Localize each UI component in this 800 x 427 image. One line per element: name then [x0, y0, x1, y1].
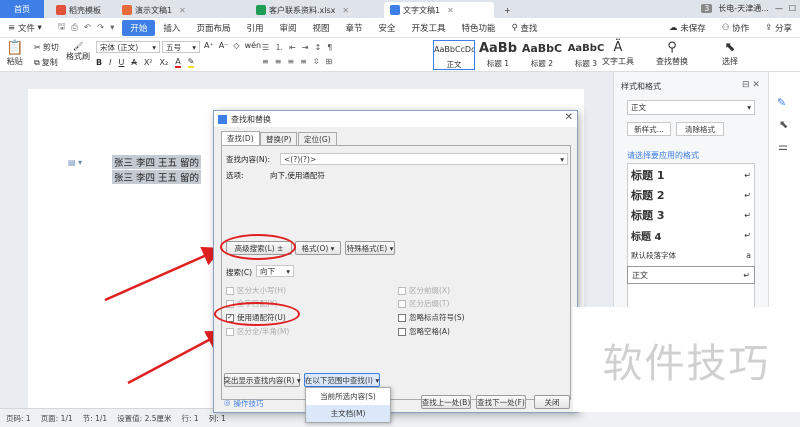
annotation-ellipse — [220, 234, 296, 260]
find-in-dropdown: 当前所选内容(S) 主文档(M) — [305, 387, 391, 423]
annotation-arrow — [104, 246, 223, 302]
checkbox-box — [398, 286, 406, 295]
annotation-ellipse — [214, 302, 300, 326]
checkbox-box — [398, 299, 406, 308]
highlight-results-button[interactable]: 突出显示查找内容(R) ▾ — [223, 373, 301, 387]
find-previous-button[interactable]: 查找上一处(B) — [421, 395, 471, 409]
chevron-down-icon: ▾ — [560, 154, 564, 164]
dropdown-item-main-document[interactable]: 主文档(M) — [306, 405, 390, 422]
match-width-checkbox[interactable]: 区分全/半角(M) — [226, 326, 289, 337]
ignore-punctuation-checkbox[interactable]: 忽略标点符号(S) — [398, 312, 465, 323]
find-label: 查找内容(N): — [226, 155, 270, 164]
find-in-button[interactable]: 在以下范围中查找(I) ▾ — [304, 373, 380, 387]
checkbox-box — [398, 327, 406, 336]
search-direction-select[interactable]: 向下 ▾ — [256, 265, 294, 277]
checkbox-box — [398, 313, 406, 322]
match-prefix-checkbox[interactable]: 区分前缀(X) — [398, 285, 450, 296]
chevron-down-icon: ▾ — [286, 266, 290, 276]
tab-replace[interactable]: 替换(P) — [260, 132, 298, 145]
find-input[interactable]: <(?)(?)> ▾ — [280, 153, 568, 165]
annotation-arrow — [127, 330, 227, 385]
checkbox-box — [226, 286, 234, 295]
ignore-space-checkbox[interactable]: 忽略空格(A) — [398, 326, 450, 337]
watermark: 软件技巧 — [573, 307, 800, 412]
match-case-checkbox[interactable]: 区分大小写(H) — [226, 285, 286, 296]
options-value: 向下,使用通配符 — [270, 171, 325, 180]
tips-link[interactable]: ◎ 操作技巧 — [224, 398, 264, 409]
dropdown-item-current-selection[interactable]: 当前所选内容(S) — [306, 388, 390, 405]
tab-goto[interactable]: 定位(G) — [298, 132, 337, 145]
dialog-title-bar: 查找和替换 ✕ — [214, 111, 577, 127]
writer-icon — [218, 114, 227, 124]
close-button[interactable]: 关闭 — [534, 395, 570, 409]
match-suffix-checkbox[interactable]: 区分后缀(T) — [398, 298, 449, 309]
find-replace-dialog: 查找和替换 ✕ 查找(D) 替换(P) 定位(G) 查找内容(N): <(?)(… — [213, 110, 578, 413]
search-direction-label: 搜索(C) — [226, 268, 253, 277]
close-icon[interactable]: ✕ — [565, 112, 573, 123]
checkbox-box — [226, 327, 234, 336]
options-label: 选项: — [226, 171, 244, 180]
tab-find[interactable]: 查找(D) — [221, 131, 260, 145]
format-button[interactable]: 格式(O) ▾ — [295, 241, 341, 255]
find-next-button[interactable]: 查找下一处(F) — [476, 395, 526, 409]
lightbulb-icon: ◎ — [224, 398, 231, 407]
special-format-button[interactable]: 特殊格式(E) ▾ — [345, 241, 395, 255]
